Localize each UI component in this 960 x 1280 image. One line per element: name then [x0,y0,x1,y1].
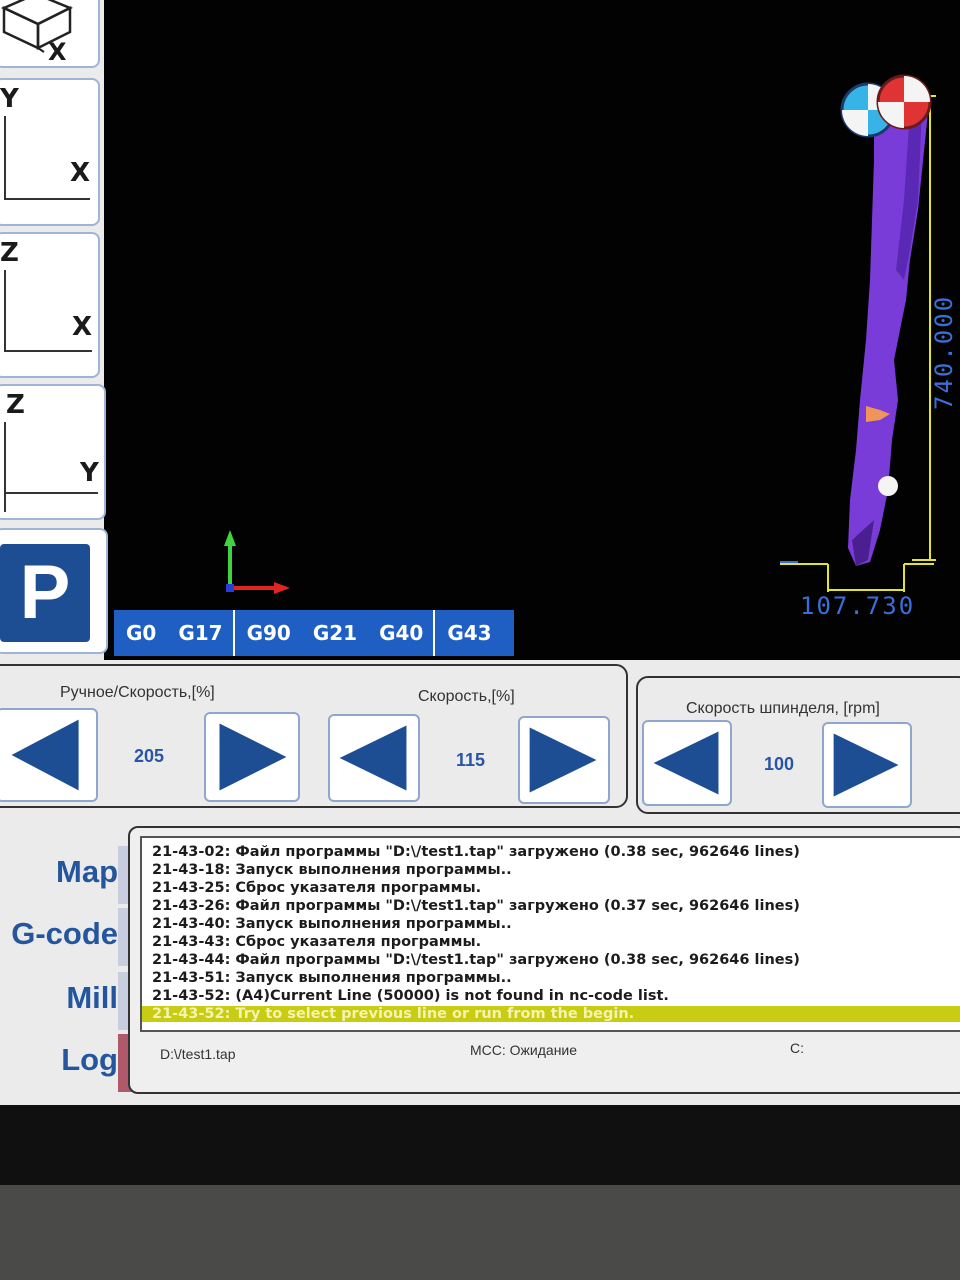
spindle-speed-label: Скорость шпинделя, [rpm] [686,700,880,717]
zy-axis-vertical [4,422,6,512]
manual-speed-decrease-button[interactable] [0,708,98,802]
view-zx-button[interactable]: Z X [0,232,100,378]
gcode-g0: G0 [126,621,157,645]
park-icon: P [0,544,90,642]
gcode-g17: G17 [178,621,223,645]
spindle-speed-decrease-button[interactable] [642,720,732,806]
zy-vertical-label: Z [6,390,25,420]
manual-speed-value: 205 [134,746,165,766]
spindle-speed-value: 100 [764,754,795,774]
manual-speed-label: Ручное/Скорость,[%] [60,684,215,701]
log-line: 21-43-40: Запуск выполнения программы.. [152,916,512,932]
log-line: 21-43-51: Запуск выполнения программы.. [152,970,512,986]
arrow-right-icon [529,727,597,793]
zx-horizontal-label: X [72,312,93,342]
log-line: 21-43-18: Запуск выполнения программы.. [152,862,512,878]
desk-background [0,1185,960,1280]
log-line: 21-43-02: Файл программы "D:\/test1.tap"… [152,844,800,860]
arrow-right-icon [219,723,287,791]
spindle-speed-increase-button[interactable] [822,722,912,808]
arrow-left-icon [653,731,719,795]
toolpath-shape [848,100,928,566]
iso-axis-label: X [48,38,67,66]
xy-axis-vertical [4,116,6,200]
toolpath-canvas: 740.000 107.730 [224,74,958,620]
zx-axis-vertical [4,270,6,352]
dimension-horizontal-label: 107.730 [800,592,915,620]
toolpath-viewport[interactable]: 740.000 107.730 [104,0,960,660]
zy-horizontal-label: Y [80,458,99,488]
monitor-bezel [0,1105,960,1185]
gcode-g90: G90 [232,610,301,656]
log-list[interactable]: 21-43-02: Файл программы "D:\/test1.tap"… [140,836,960,1032]
status-file: D:\/test1.tap [160,1046,236,1062]
zx-vertical-label: Z [0,238,19,268]
log-line-selected: 21-43-52: Try to select previous line or… [142,1006,960,1022]
log-line: 21-43-52: (A4)Current Line (50000) is no… [152,988,669,1004]
view-xy-button[interactable]: Y X [0,78,100,226]
nav-log[interactable]: Log [0,1042,118,1078]
nav-mill[interactable]: Mill [0,980,118,1016]
machine-origin-marker [876,74,932,130]
log-line: 21-43-43: Сброс указателя программы. [152,934,482,950]
status-mcc: MCC: Ожидание [470,1042,578,1058]
feed-speed-value: 115 [456,750,486,770]
monitor-photo: 740.000 107.730 X Y X Z X Z Y P G0 G17 G… [0,0,960,1280]
axis-gizmo [224,530,290,594]
dimension-vertical-label: 740.000 [930,295,958,410]
zy-axis-horizontal [4,492,98,494]
view-iso-button[interactable]: X [0,0,100,68]
arrow-left-icon [11,719,79,791]
xy-horizontal-label: X [70,158,91,188]
log-line: 21-43-26: Файл программы "D:\/test1.tap"… [152,898,800,914]
feed-speed-increase-button[interactable] [518,716,610,804]
arrow-left-icon [339,725,407,791]
arrow-right-icon [833,733,899,797]
xy-vertical-label: Y [0,84,19,114]
park-button[interactable]: P [0,528,108,654]
view-zy-button[interactable]: Z Y [0,384,106,520]
xy-axis-horizontal [4,198,90,200]
gcode-g40: G40 [379,621,424,645]
active-gcodes-bar: G0 G17 G90 G21 G40 G43 [114,610,514,656]
feed-speed-decrease-button[interactable] [328,714,420,802]
gcode-g43: G43 [433,610,501,656]
status-c: C: [790,1040,804,1056]
log-line: 21-43-25: Сброс указателя программы. [152,880,482,896]
feed-speed-label: Скорость,[%] [418,688,515,705]
zx-axis-horizontal [4,350,92,352]
manual-speed-increase-button[interactable] [204,712,300,802]
log-line: 21-43-44: Файл программы "D:\/test1.tap"… [152,952,800,968]
nav-map[interactable]: Map [0,854,118,890]
cnc-app-window: 740.000 107.730 X Y X Z X Z Y P G0 G17 G… [0,0,960,1105]
gcode-g21: G21 [312,621,358,645]
nav-gcode[interactable]: G-code [0,916,118,952]
